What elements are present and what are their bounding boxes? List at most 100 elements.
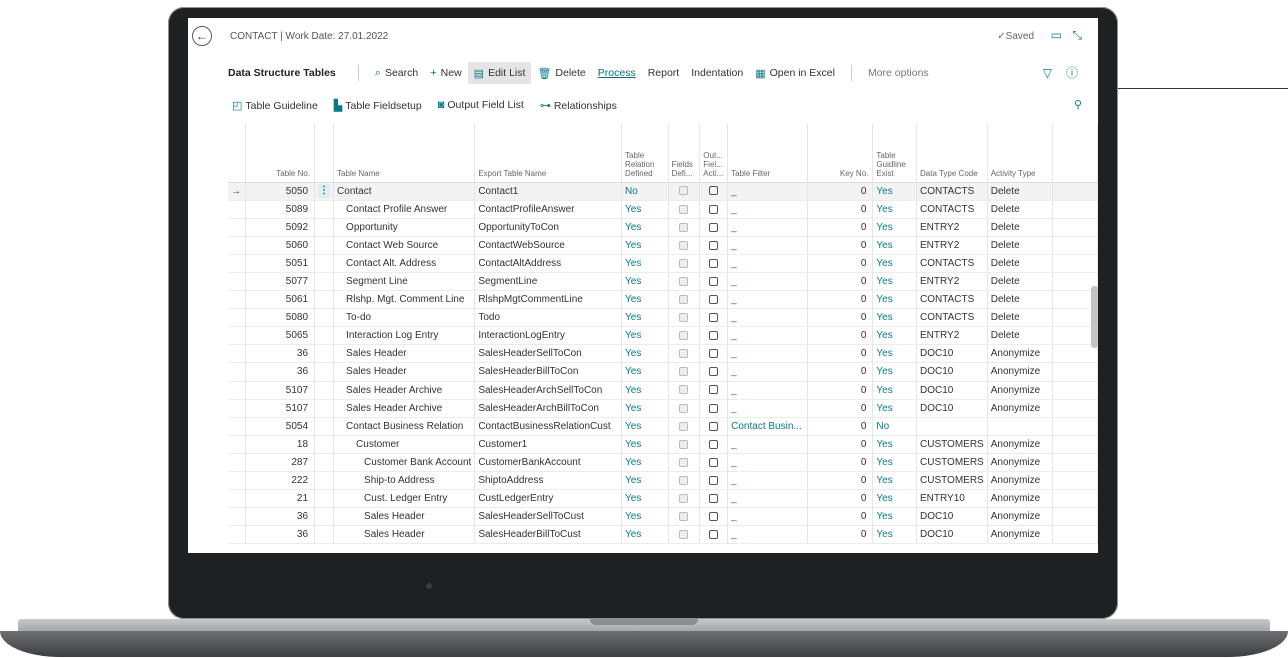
fields-defined-checkbox[interactable] [679,222,689,232]
cell-activity-type[interactable]: Anonymize [987,399,1054,418]
cell-activity-type[interactable]: Delete [987,200,1054,219]
cell-export-table-name[interactable]: CustLedgerEntry [474,489,623,509]
cell-key-no[interactable]: 0 [807,507,874,527]
cell-table-relation-defined[interactable]: Yes [621,453,669,473]
cell-data-type-code[interactable]: ENTRY2 [916,236,988,255]
fields-defined-checkbox[interactable] [679,294,689,304]
cell-table-no[interactable]: 5061 [245,290,316,310]
output-fields-active-checkbox[interactable] [709,457,719,467]
table-row[interactable]: 5107 Sales Header Archive SalesHeaderArchB… [228,399,1098,418]
cell-activity-type[interactable]: Delete [987,308,1054,328]
column-header-data-type-code[interactable]: Data Type Code [916,124,988,183]
info-icon[interactable]: ⓘ [1066,62,1078,84]
cell-export-table-name[interactable]: Todo [474,308,623,328]
cell-table-guideline-exist[interactable]: Yes [872,399,917,418]
table-row[interactable]: 5077 Segment Line SegmentLine Yes _ 0 Yes ENTRY… [228,272,1098,292]
cell-table-filter[interactable]: _ [727,344,809,364]
cell-data-type-code[interactable]: DOC10 [916,344,988,364]
table-row[interactable]: 5061 Rlshp. Mgt. Comment Line RlshpMgtComm… [228,290,1098,310]
output-fields-active-checkbox[interactable] [709,494,719,503]
fields-defined-checkbox[interactable] [679,367,689,377]
edit-list-button[interactable]: ▤ Edit List [467,62,532,84]
cell-table-guideline-exist[interactable]: Yes [872,326,917,346]
cell-export-table-name[interactable]: SalesHeaderArchBillToCon [474,399,623,418]
cell-key-no[interactable]: 0 [807,218,874,237]
cell-table-no[interactable]: 36 [245,507,316,527]
cell-table-name[interactable]: Opportunity [333,218,476,237]
cell-key-no[interactable]: 0 [807,236,874,255]
cell-table-relation-defined[interactable]: Yes [621,435,669,454]
cell-table-relation-defined[interactable]: Yes [621,471,669,491]
cell-table-guideline-exist[interactable]: Yes [872,254,917,273]
cell-export-table-name[interactable]: InteractionLogEntry [474,326,623,346]
cell-table-no[interactable]: 18 [245,435,316,454]
row-actions-icon[interactable]: ⋮ [318,184,331,199]
cell-table-name[interactable]: Sales Header Archive [333,399,476,418]
cell-table-name[interactable]: Customer [333,435,476,454]
cell-table-filter[interactable]: _ [727,218,809,237]
cell-table-guideline-exist[interactable]: Yes [872,200,917,219]
cell-table-filter[interactable]: Contact Busin... [727,417,809,436]
output-fields-active-checkbox[interactable] [709,240,719,250]
cell-data-type-code[interactable]: ENTRY10 [916,489,988,509]
output-fields-active-checkbox[interactable] [709,222,719,232]
cell-table-relation-defined[interactable]: Yes [621,236,669,255]
cell-data-type-code[interactable]: ENTRY2 [916,272,988,292]
fields-defined-checkbox[interactable] [679,349,689,359]
table-row[interactable]: 21 Cust. Ledger Entry CustLedgerEntry Yes _ 0… [228,489,1098,509]
cell-key-no[interactable]: 0 [807,182,874,201]
output-fields-active-checkbox[interactable] [709,294,719,304]
cell-export-table-name[interactable]: ShiptoAddress [474,471,623,491]
cell-table-no[interactable]: 5107 [245,399,316,418]
vertical-scrollbar[interactable] [1091,286,1098,348]
cell-activity-type[interactable]: Delete [987,182,1054,201]
cell-table-no[interactable]: 287 [245,453,316,473]
cell-table-filter[interactable]: _ [727,272,809,292]
cell-table-no[interactable]: 5077 [245,272,316,292]
cell-activity-type[interactable]: Anonymize [987,362,1054,382]
cell-export-table-name[interactable]: SalesHeaderSellToCon [474,344,623,364]
table-row[interactable]: 287 Customer Bank Account CustomerBankAcco… [228,453,1098,473]
cell-export-table-name[interactable]: SalesHeaderArchSellToCon [474,381,623,400]
output-fields-active-checkbox[interactable] [709,313,719,323]
search-button[interactable]: ⌕ Search [369,62,424,84]
cell-table-filter[interactable]: _ [727,507,809,527]
cell-export-table-name[interactable]: ContactWebSource [474,236,623,255]
cell-table-guideline-exist[interactable]: Yes [872,525,917,545]
cell-table-guideline-exist[interactable]: Yes [872,489,917,509]
cell-table-no[interactable]: 21 [245,489,316,509]
cell-table-relation-defined[interactable]: Yes [621,399,669,418]
output-fields-active-checkbox[interactable] [709,421,719,431]
cell-table-relation-defined[interactable]: Yes [621,272,669,292]
delete-button[interactable]: 🗑 Delete [531,62,591,84]
cell-key-no[interactable]: 0 [807,381,874,400]
cell-activity-type[interactable]: Anonymize [987,525,1054,545]
cell-table-no[interactable]: 36 [245,362,316,382]
cell-table-guideline-exist[interactable]: Yes [872,308,917,328]
cell-table-name[interactable]: Sales Header [333,344,476,364]
cell-table-relation-defined[interactable]: Yes [621,326,669,346]
cell-activity-type[interactable]: Delete [987,236,1054,255]
cell-table-no[interactable]: 5054 [245,417,316,436]
output-fields-active-checkbox[interactable] [709,367,719,377]
cell-table-relation-defined[interactable]: Yes [621,489,669,509]
cell-data-type-code[interactable]: CONTACTS [916,290,988,310]
table-row[interactable]: 222 Ship-to Address ShiptoAddress Yes _ 0 Yes C… [228,471,1098,491]
cell-table-name[interactable]: To-do [333,308,476,328]
cell-table-no[interactable]: 36 [245,525,316,545]
cell-data-type-code[interactable]: CONTACTS [916,254,988,273]
table-row[interactable]: 5107 Sales Header Archive SalesHeaderArchS… [228,381,1098,400]
cell-key-no[interactable]: 0 [807,308,874,328]
cell-table-name[interactable]: Sales Header [333,507,476,527]
fields-defined-checkbox[interactable] [679,403,689,413]
cell-activity-type[interactable]: Anonymize [987,435,1054,454]
cell-table-name[interactable]: Contact Profile Answer [333,200,476,219]
cell-table-name[interactable]: Interaction Log Entry [333,326,476,346]
pin-icon[interactable]: ⚲ [1074,98,1082,111]
table-row[interactable]: 5060 Contact Web Source ContactWebSource Ye… [228,236,1098,255]
cell-export-table-name[interactable]: SegmentLine [474,272,623,292]
cell-activity-type[interactable]: Anonymize [987,489,1054,509]
cell-data-type-code[interactable]: ENTRY2 [916,326,988,346]
cell-key-no[interactable]: 0 [807,435,874,454]
cell-table-filter[interactable]: _ [727,435,809,454]
